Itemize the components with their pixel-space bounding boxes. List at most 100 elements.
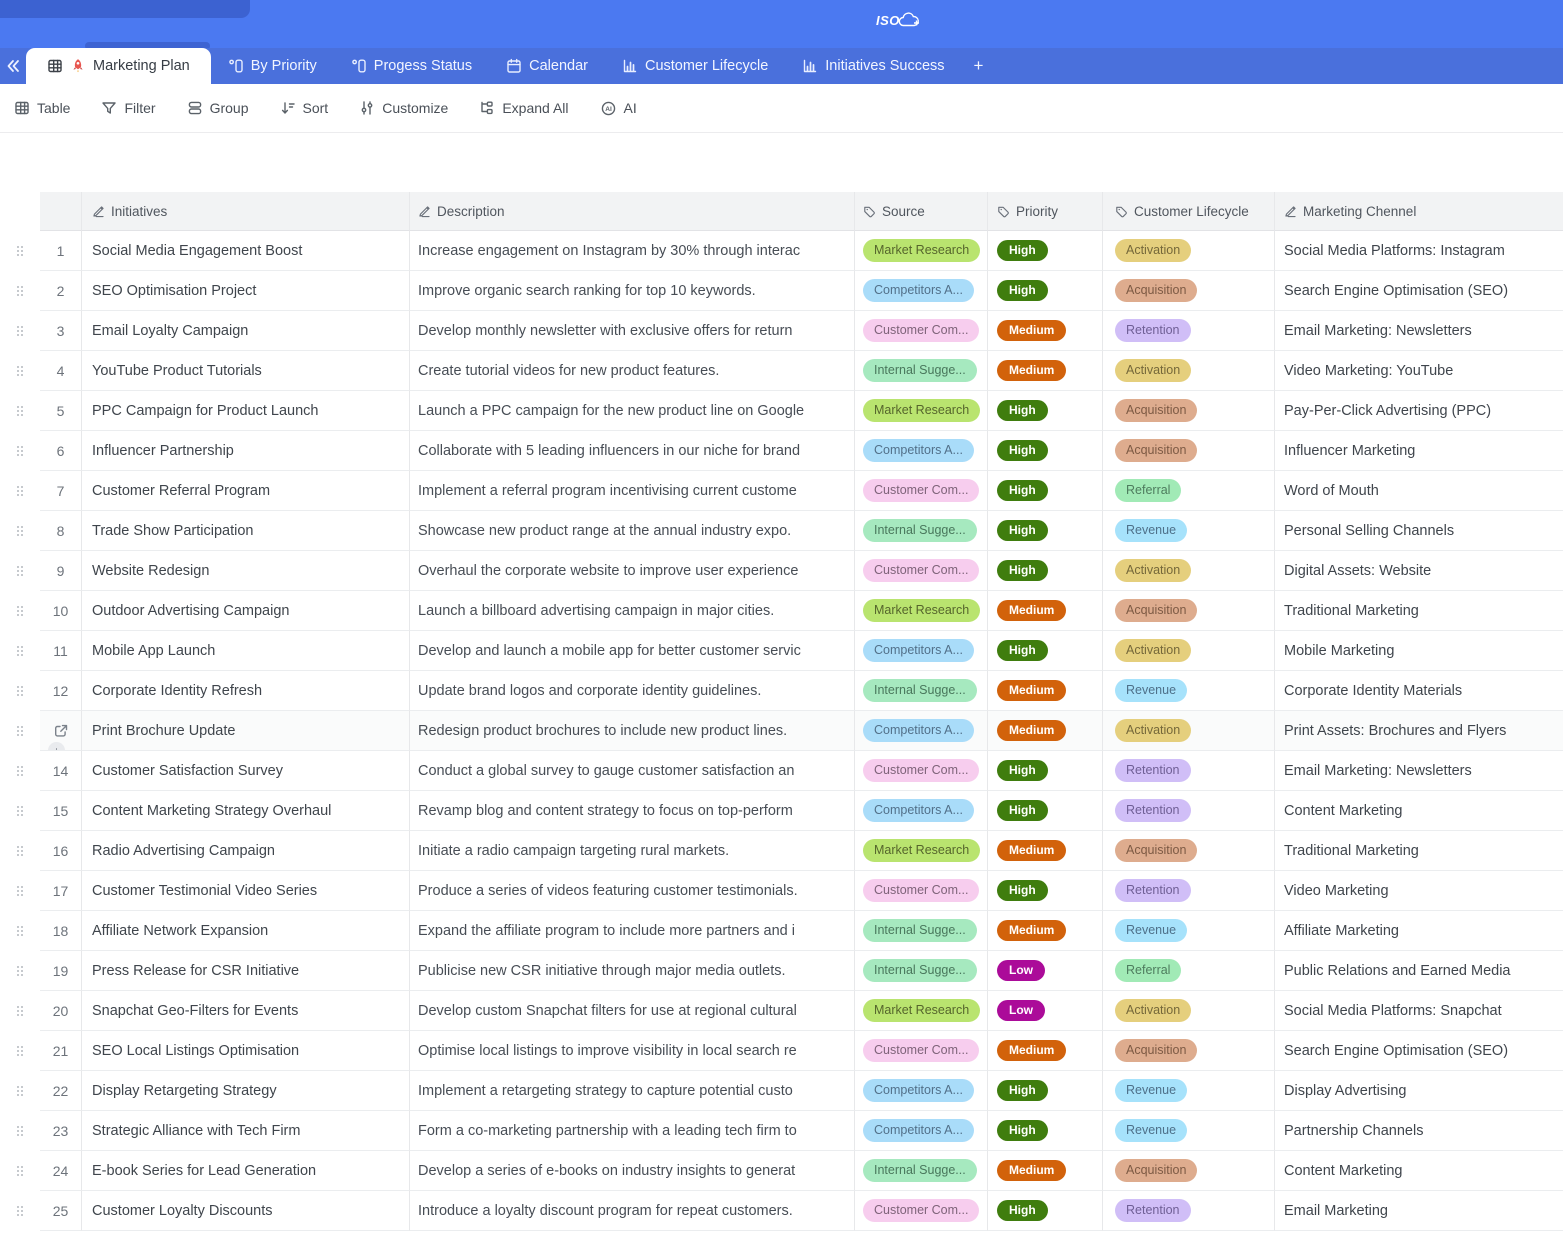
lifecycle-pill[interactable]: Retention: [1115, 319, 1191, 341]
cell-description[interactable]: Improve organic search ranking for top 1…: [410, 271, 855, 311]
row-number-cell[interactable]: 20: [40, 991, 82, 1031]
cell-initiative[interactable]: Content Marketing Strategy Overhaul: [82, 791, 410, 831]
cell-initiative[interactable]: Strategic Alliance with Tech Firm: [82, 1111, 410, 1151]
priority-pill[interactable]: High: [997, 880, 1048, 902]
cell-marketing-channel[interactable]: Pay-Per-Click Advertising (PPC): [1275, 391, 1563, 431]
cell-description[interactable]: Implement a retargeting strategy to capt…: [410, 1071, 855, 1111]
cell-customer-lifecycle[interactable]: Acquisition: [1103, 431, 1275, 471]
table-row[interactable]: 22Display Retargeting StrategyImplement …: [0, 1071, 1563, 1111]
cell-initiative[interactable]: Website Redesign: [82, 551, 410, 591]
row-drag-handle[interactable]: [0, 751, 40, 791]
table-row[interactable]: 21SEO Local Listings OptimisationOptimis…: [0, 1031, 1563, 1071]
cell-initiative[interactable]: Affiliate Network Expansion: [82, 911, 410, 951]
row-drag-handle[interactable]: [0, 551, 40, 591]
row-number-cell[interactable]: 12: [40, 671, 82, 711]
cell-initiative[interactable]: Radio Advertising Campaign: [82, 831, 410, 871]
column-header-marketing-chennel[interactable]: Marketing Chennel: [1275, 192, 1563, 231]
lifecycle-pill[interactable]: Referral: [1115, 479, 1181, 501]
lifecycle-pill[interactable]: Acquisition: [1115, 399, 1197, 421]
lifecycle-pill[interactable]: Acquisition: [1115, 1159, 1197, 1181]
cell-priority[interactable]: High: [988, 431, 1103, 471]
cell-marketing-channel[interactable]: Mobile Marketing: [1275, 631, 1563, 671]
lifecycle-pill[interactable]: Acquisition: [1115, 599, 1197, 621]
cell-customer-lifecycle[interactable]: Acquisition: [1103, 591, 1275, 631]
cell-priority[interactable]: Medium: [988, 351, 1103, 391]
cell-initiative[interactable]: Snapchat Geo-Filters for Events: [82, 991, 410, 1031]
row-drag-handle[interactable]: [0, 871, 40, 911]
column-header-priority[interactable]: Priority: [988, 192, 1103, 231]
source-pill[interactable]: Internal Sugge...: [863, 1159, 977, 1181]
row-drag-handle[interactable]: [0, 1111, 40, 1151]
cell-customer-lifecycle[interactable]: Retention: [1103, 791, 1275, 831]
open-row-button[interactable]: [53, 723, 69, 739]
cell-priority[interactable]: High: [988, 791, 1103, 831]
table-row[interactable]: 2SEO Optimisation ProjectImprove organic…: [0, 271, 1563, 311]
cell-priority[interactable]: Low: [988, 991, 1103, 1031]
cell-marketing-channel[interactable]: Personal Selling Channels: [1275, 511, 1563, 551]
lifecycle-pill[interactable]: Revenue: [1115, 519, 1187, 541]
cell-description[interactable]: Initiate a radio campaign targeting rura…: [410, 831, 855, 871]
lifecycle-pill[interactable]: Acquisition: [1115, 839, 1197, 861]
row-number-cell[interactable]: 5: [40, 391, 82, 431]
cell-marketing-channel[interactable]: Content Marketing: [1275, 1151, 1563, 1191]
cell-customer-lifecycle[interactable]: Revenue: [1103, 671, 1275, 711]
cell-source[interactable]: Market Research: [855, 991, 988, 1031]
cell-description[interactable]: Update brand logos and corporate identit…: [410, 671, 855, 711]
lifecycle-pill[interactable]: Revenue: [1115, 1079, 1187, 1101]
cell-source[interactable]: Competitors A...: [855, 791, 988, 831]
cell-marketing-channel[interactable]: Influencer Marketing: [1275, 431, 1563, 471]
row-drag-handle[interactable]: [0, 391, 40, 431]
source-pill[interactable]: Customer Com...: [863, 479, 979, 501]
cell-initiative[interactable]: Corporate Identity Refresh: [82, 671, 410, 711]
source-pill[interactable]: Market Research: [863, 999, 980, 1021]
source-pill[interactable]: Internal Sugge...: [863, 959, 977, 981]
row-number-cell[interactable]: +: [40, 711, 82, 751]
priority-pill[interactable]: High: [997, 520, 1048, 542]
cell-initiative[interactable]: Display Retargeting Strategy: [82, 1071, 410, 1111]
priority-pill[interactable]: Medium: [997, 840, 1066, 862]
cell-initiative[interactable]: Outdoor Advertising Campaign: [82, 591, 410, 631]
cell-source[interactable]: Customer Com...: [855, 1191, 988, 1231]
row-drag-handle[interactable]: [0, 951, 40, 991]
row-number-cell[interactable]: 6: [40, 431, 82, 471]
lifecycle-pill[interactable]: Retention: [1115, 759, 1191, 781]
cell-source[interactable]: Market Research: [855, 831, 988, 871]
table-row[interactable]: 23Strategic Alliance with Tech FirmForm …: [0, 1111, 1563, 1151]
table-row[interactable]: 11Mobile App LaunchDevelop and launch a …: [0, 631, 1563, 671]
source-pill[interactable]: Competitors A...: [863, 639, 974, 661]
tab-marketing-plan[interactable]: Marketing Plan: [26, 48, 211, 84]
row-number-cell[interactable]: 19: [40, 951, 82, 991]
tab-customer-lifecycle[interactable]: Customer Lifecycle: [605, 48, 785, 84]
table-row[interactable]: +Print Brochure UpdateRedesign product b…: [0, 711, 1563, 751]
cell-source[interactable]: Customer Com...: [855, 471, 988, 511]
cell-description[interactable]: Develop monthly newsletter with exclusiv…: [410, 311, 855, 351]
cell-priority[interactable]: High: [988, 271, 1103, 311]
cell-marketing-channel[interactable]: Email Marketing: [1275, 1191, 1563, 1231]
lifecycle-pill[interactable]: Acquisition: [1115, 1039, 1197, 1061]
priority-pill[interactable]: High: [997, 280, 1048, 302]
cell-customer-lifecycle[interactable]: Revenue: [1103, 511, 1275, 551]
toolbar-group-button[interactable]: Group: [187, 100, 249, 116]
cell-source[interactable]: Market Research: [855, 391, 988, 431]
cell-customer-lifecycle[interactable]: Retention: [1103, 1191, 1275, 1231]
cell-initiative[interactable]: Customer Referral Program: [82, 471, 410, 511]
table-row[interactable]: 14Customer Satisfaction SurveyConduct a …: [0, 751, 1563, 791]
cell-source[interactable]: Competitors A...: [855, 631, 988, 671]
cell-customer-lifecycle[interactable]: Retention: [1103, 751, 1275, 791]
row-drag-handle[interactable]: [0, 311, 40, 351]
cell-marketing-channel[interactable]: Content Marketing: [1275, 791, 1563, 831]
cell-description[interactable]: Overhaul the corporate website to improv…: [410, 551, 855, 591]
row-number-cell[interactable]: 25: [40, 1191, 82, 1231]
cell-marketing-channel[interactable]: Display Advertising: [1275, 1071, 1563, 1111]
lifecycle-pill[interactable]: Revenue: [1115, 679, 1187, 701]
cell-description[interactable]: Introduce a loyalty discount program for…: [410, 1191, 855, 1231]
priority-pill[interactable]: Medium: [997, 680, 1066, 702]
cell-source[interactable]: Customer Com...: [855, 1031, 988, 1071]
cell-priority[interactable]: Medium: [988, 671, 1103, 711]
source-pill[interactable]: Customer Com...: [863, 759, 979, 781]
cell-description[interactable]: Optimise local listings to improve visib…: [410, 1031, 855, 1071]
cell-description[interactable]: Launch a PPC campaign for the new produc…: [410, 391, 855, 431]
row-number-cell[interactable]: 22: [40, 1071, 82, 1111]
source-pill[interactable]: Internal Sugge...: [863, 359, 977, 381]
row-number-cell[interactable]: 1: [40, 231, 82, 271]
